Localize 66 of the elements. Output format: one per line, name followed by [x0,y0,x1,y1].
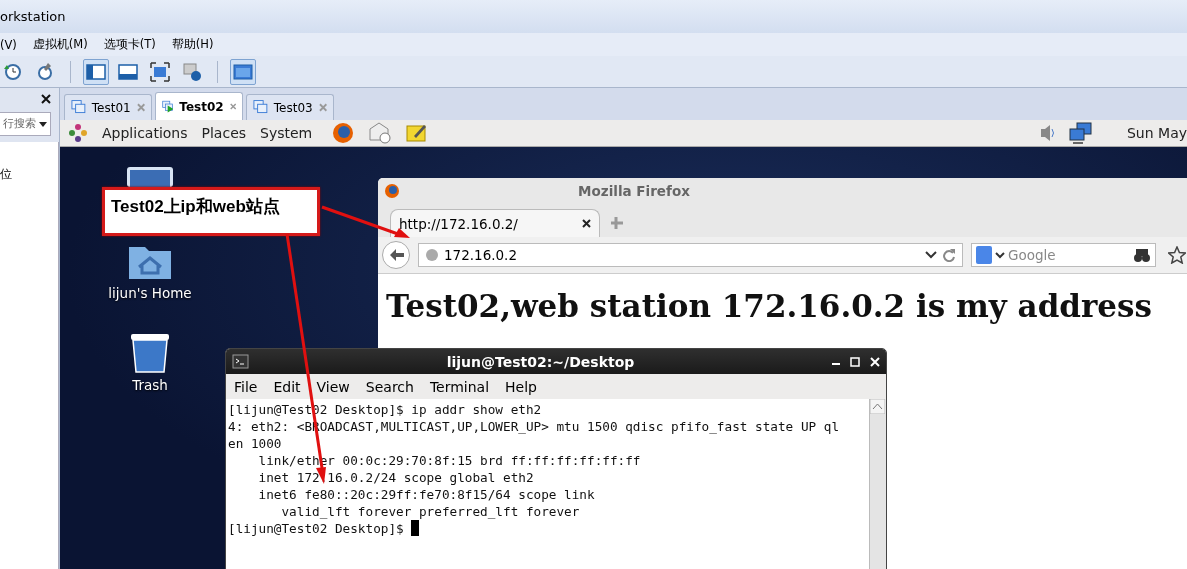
back-arrow-icon [388,247,404,263]
menu-item[interactable]: View [316,378,350,395]
notepad-icon [406,122,429,144]
window-title: Mozilla Firefox [577,182,691,199]
search-field[interactable]: Google [971,243,1156,267]
terminal-line: en 1000 [228,436,282,451]
computer-icon [127,167,173,187]
search-field[interactable]: 行搜索 [0,112,51,136]
icon-label[interactable]: lijun's Home [108,285,192,301]
binoculars-icon [1133,247,1151,263]
minimize-icon [832,362,840,365]
close-icon [870,356,880,367]
vm-tab[interactable]: Test03 [246,94,334,120]
close-icon [41,94,51,104]
window-title: lijun@Test02:~/Desktop [445,353,636,370]
reload-icon [942,248,956,262]
icon-label[interactable]: Trash [132,377,168,393]
close-icon [318,103,327,112]
maximize-icon [850,356,860,367]
panel-menu[interactable]: Applications [102,125,188,141]
terminal-line: valid_lft forever preferred_lft forever [280,504,580,519]
close-icon [582,219,591,228]
dropdown-icon [925,251,937,259]
vm-icon [162,98,174,115]
browser-tab[interactable]: http://172.16.0.2/ [390,209,600,237]
menu-item[interactable]: Help [505,378,537,395]
toolbar-button[interactable] [83,58,109,85]
dropdown-icon [995,251,1005,259]
clock: Sun May [1126,125,1187,141]
close-icon [229,102,236,111]
vm-icon [253,99,268,116]
terminal-line: [lijun@Test02 Desktop]$ [228,521,405,536]
speaker-icon [1038,123,1055,143]
menu-item[interactable]: Edit [273,378,301,395]
vm-icon [71,99,86,116]
globe-icon [425,248,439,262]
new-tab-icon [610,216,624,230]
address-field[interactable]: 172.16.0.2 [418,243,963,267]
menu-item[interactable]: 选项卡(T) [103,37,156,52]
menu-item[interactable]: (V) [0,37,17,52]
menu-item[interactable]: Terminal [429,378,490,395]
dropdown-icon [39,121,47,127]
close-icon [136,103,145,112]
firefox-icon [384,182,400,199]
panel-menu[interactable]: Places [201,125,247,141]
fullscreen-icon [149,60,171,83]
back-button[interactable] [382,241,410,269]
menu-item[interactable]: 虚拟机(M) [32,37,88,52]
vm-tab[interactable]: Test01 [64,94,152,120]
terminal-line: inet6 fe80::20c:29ff:fe70:8f15/64 scope link [257,487,595,502]
terminal-icon [232,354,249,369]
menu-item[interactable]: File [234,378,258,395]
callout-box: Test02上ip和web站点 [102,187,320,236]
firefox-icon [332,122,355,144]
network-icon [1068,121,1093,145]
flower-icon [68,123,88,143]
toolbar-button[interactable] [230,58,256,85]
library-item[interactable]: 位 [0,166,58,183]
menu-item[interactable]: Search [365,378,414,395]
window-title: orkstation [0,9,66,24]
star-icon [1168,246,1186,264]
menu-item[interactable]: 帮助(H) [171,37,214,52]
panel-menu[interactable]: System [260,125,313,141]
cursor [411,520,420,536]
page-heading: Test02,web station 172.16.0.2 is my address [386,288,1153,324]
vm-tab[interactable]: Test02 [155,92,243,120]
